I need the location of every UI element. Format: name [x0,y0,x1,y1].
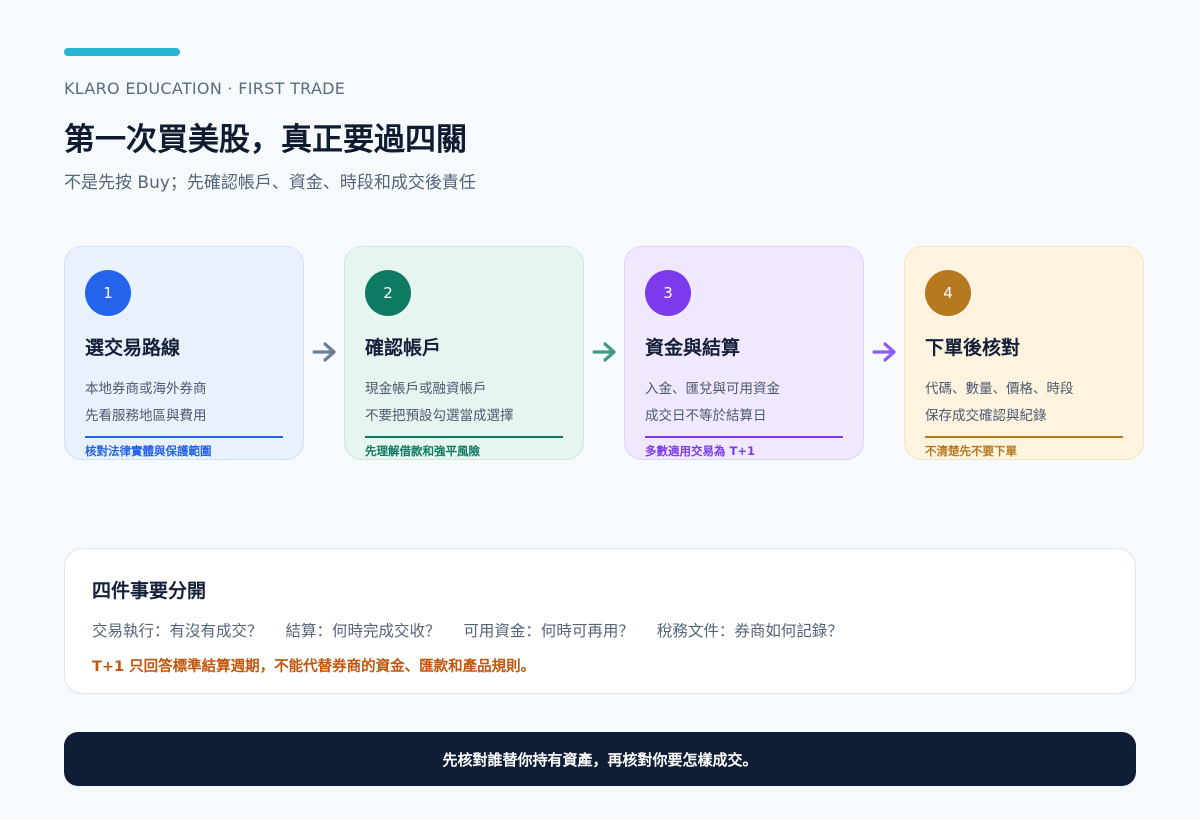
panel-warning: T+1 只回答標準結算週期，不能代替券商的資金、匯款和產品規則。 [92,659,536,675]
separation-panel: 四件事要分開 交易執行：有沒有成交？ 結算：何時完成交收？ 可用資金：何時可再用… [64,548,1136,694]
step-detail: 入金、匯兌與可用資金 [645,381,780,397]
step-card-settlement: 3 資金與結算 入金、匯兌與可用資金 成交日不等於結算日 多數適用交易為 T+1 [624,246,864,460]
step-title: 選交易路線 [85,337,181,359]
question-item: 結算：何時完成交收？ [285,622,441,640]
step-title: 資金與結算 [645,337,741,359]
step-note: 不清楚先不要下單 [925,444,1017,458]
step-number-badge: 3 [645,270,691,316]
eyebrow-label: KLARO EDUCATION · FIRST TRADE [64,79,346,98]
accent-bar [64,48,180,56]
step-detail: 先看服務地區與費用 [85,408,207,424]
step-card-route: 1 選交易路線 本地券商或海外券商 先看服務地區與費用 核對法律實體與保護範圍 [64,246,304,460]
question-item: 稅務文件：券商如何記錄？ [656,622,843,640]
step-note: 多數適用交易為 T+1 [645,444,755,458]
question-item: 可用資金：何時可再用？ [463,622,634,640]
arrow-right-icon [872,342,896,362]
step-divider [85,436,283,438]
step-card-verify: 4 下單後核對 代碼、數量、價格、時段 保存成交確認與紀錄 不清楚先不要下單 [904,246,1144,460]
footer-banner: 先核對誰替你持有資產，再核對你要怎樣成交。 [64,732,1136,786]
step-number-badge: 4 [925,270,971,316]
step-detail: 不要把預設勾選當成選擇 [365,408,514,424]
arrow-right-icon [592,342,616,362]
page-title: 第一次買美股，真正要過四關 [64,122,467,158]
step-divider [925,436,1123,438]
step-note: 先理解借款和強平風險 [365,444,480,458]
step-detail: 成交日不等於結算日 [645,408,767,424]
step-detail: 代碼、數量、價格、時段 [925,381,1074,397]
step-detail: 現金帳戶或融資帳戶 [365,381,487,397]
step-card-account: 2 確認帳戶 現金帳戶或融資帳戶 不要把預設勾選當成選擇 先理解借款和強平風險 [344,246,584,460]
step-divider [645,436,843,438]
step-detail: 保存成交確認與紀錄 [925,408,1047,424]
panel-question-list: 交易執行：有沒有成交？ 結算：何時完成交收？ 可用資金：何時可再用？ 稅務文件：… [92,619,861,641]
step-divider [365,436,563,438]
step-note: 核對法律實體與保護範圍 [85,444,212,458]
step-number-badge: 2 [365,270,411,316]
arrow-right-icon [312,342,336,362]
page-subtitle: 不是先按 Buy；先確認帳戶、資金、時段和成交後責任 [64,173,476,193]
panel-title: 四件事要分開 [92,580,207,602]
step-number-badge: 1 [85,270,131,316]
question-item: 交易執行：有沒有成交？ [92,622,263,640]
step-title: 確認帳戶 [365,337,442,359]
step-title: 下單後核對 [925,337,1021,359]
step-detail: 本地券商或海外券商 [85,381,207,397]
